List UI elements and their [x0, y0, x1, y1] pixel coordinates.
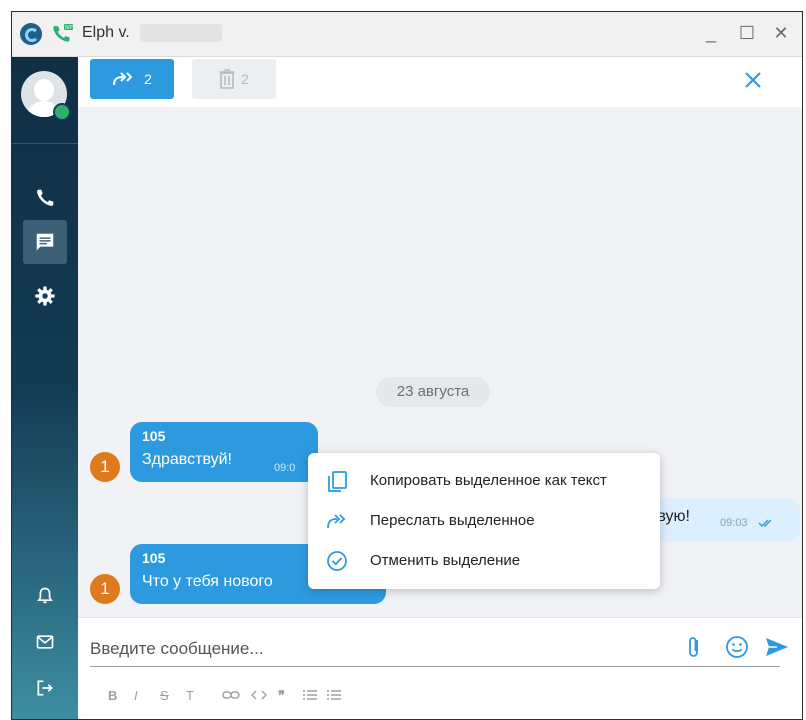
format-heading-button[interactable]: T [186, 688, 194, 703]
sidebar-item-calls[interactable] [28, 181, 62, 215]
forward-icon [113, 72, 133, 86]
format-italic-button[interactable]: I [134, 688, 138, 703]
code-icon[interactable] [250, 689, 268, 701]
sip-phone-icon: SIP [53, 24, 74, 42]
menu-item-label: Переслать выделенное [370, 512, 535, 529]
sidebar-divider [12, 143, 78, 144]
bell-icon [37, 587, 53, 604]
menu-item-cancel-selection[interactable]: Отменить выделение [308, 543, 660, 579]
phone-icon [37, 189, 54, 206]
menu-item-forward-selected[interactable]: Переслать выделенное [308, 503, 660, 539]
forward-selected-button[interactable]: 2 [90, 59, 174, 99]
unread-badge: 1 [90, 452, 120, 482]
version-redacted [140, 24, 222, 42]
window-title: Elph v. [82, 24, 130, 41]
title-bar: SIP Elph v. _ ☐ ✕ [12, 12, 802, 57]
menu-item-copy-as-text[interactable]: Копировать выделенное как текст [308, 463, 660, 499]
forward-icon [327, 514, 346, 529]
sidebar-item-notifications[interactable] [28, 579, 62, 613]
minimize-button[interactable]: _ [696, 18, 726, 48]
send-icon[interactable] [764, 634, 790, 660]
numbered-list-icon[interactable] [326, 689, 342, 701]
format-bold-button[interactable]: B [108, 688, 117, 703]
message-text: Здравствуй! [142, 451, 232, 468]
svg-text:SIP: SIP [65, 25, 74, 31]
menu-item-label: Копировать выделенное как текст [370, 472, 607, 489]
online-status-icon [53, 103, 71, 121]
close-window-button[interactable]: ✕ [766, 18, 796, 48]
delete-selected-button[interactable]: 2 [192, 59, 276, 99]
gear-icon [35, 286, 55, 306]
format-strikethrough-button[interactable]: S [160, 688, 169, 703]
message-text: Что у тебя нового [142, 573, 273, 590]
sidebar [12, 57, 78, 719]
message-bubble[interactable]: 105 Здравствуй! 09:0 [130, 422, 318, 482]
message-input[interactable] [90, 632, 780, 667]
sidebar-item-logout[interactable] [28, 671, 62, 705]
bulleted-list-icon[interactable] [302, 689, 318, 701]
selection-context-menu: Копировать выделенное как текст Переслат… [308, 453, 660, 589]
sidebar-item-settings[interactable] [28, 279, 62, 313]
message-time: 09:0 [274, 462, 296, 474]
forward-count: 2 [144, 71, 152, 87]
logout-icon [37, 680, 53, 696]
read-checkmarks-icon [758, 519, 772, 527]
trash-icon [219, 69, 235, 89]
message-composer: B I S T ❞ [78, 617, 802, 719]
unread-badge: 1 [90, 574, 120, 604]
sidebar-item-mail[interactable] [28, 625, 62, 659]
chat-icon [36, 233, 54, 251]
copy-icon [328, 471, 347, 492]
check-circle-icon [327, 551, 347, 571]
date-separator: 23 августа [376, 377, 490, 407]
app-window: SIP Elph v. _ ☐ ✕ 2 2 23 августа 1 105 З… [11, 11, 803, 720]
attach-icon[interactable] [682, 634, 708, 660]
message-sender: 105 [142, 428, 166, 444]
maximize-button[interactable]: ☐ [732, 18, 762, 48]
selection-action-bar: 2 2 [78, 57, 802, 107]
menu-item-label: Отменить выделение [370, 552, 521, 569]
app-logo-icon [20, 23, 42, 45]
close-selection-icon[interactable] [738, 65, 768, 95]
sidebar-item-chats[interactable] [28, 225, 62, 259]
message-sender: 105 [142, 550, 166, 566]
message-bubble-outgoing[interactable]: твую! 09:03 [638, 498, 800, 542]
delete-count: 2 [241, 71, 249, 87]
emoji-icon[interactable] [724, 634, 750, 660]
quote-icon[interactable]: ❞ [278, 688, 285, 704]
message-time: 09:03 [720, 517, 748, 529]
link-icon[interactable] [222, 689, 240, 701]
mail-icon [36, 635, 54, 649]
